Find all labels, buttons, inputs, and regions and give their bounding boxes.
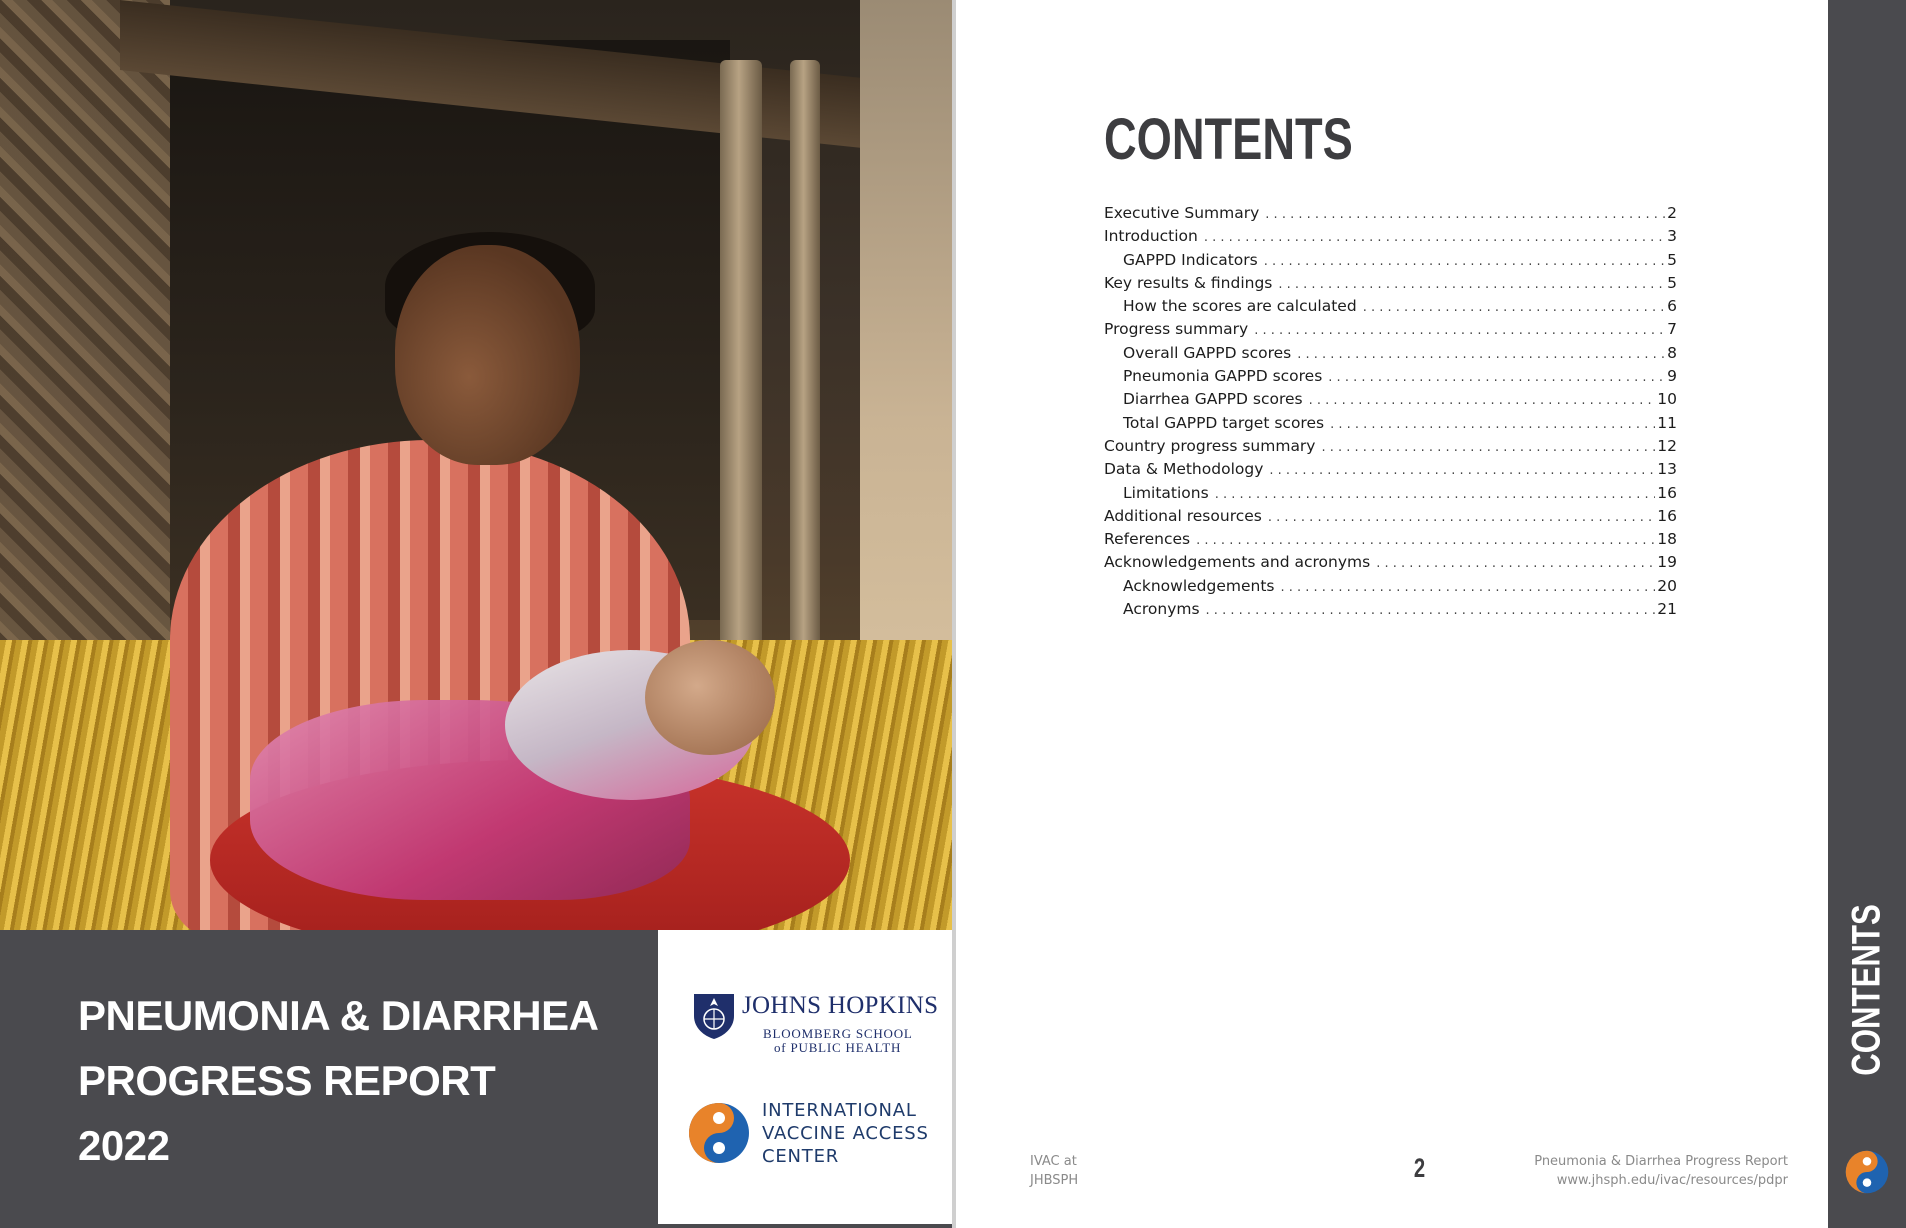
toc-leader-dots bbox=[1196, 533, 1655, 548]
toc-entry[interactable]: Limitations 16 bbox=[1104, 484, 1677, 507]
toc-entry-page: 5 bbox=[1667, 250, 1677, 269]
footer-org-line-1: IVAC at bbox=[1030, 1154, 1077, 1169]
ivac-logo-line-2: VACCINE ACCESS bbox=[762, 1123, 929, 1144]
ivac-logo-line-1: INTERNATIONAL bbox=[762, 1100, 917, 1121]
cover-title-line-2: PROGRESS REPORT bbox=[78, 1057, 496, 1104]
toc-entry-label: Introduction bbox=[1104, 227, 1198, 246]
toc-entry[interactable]: Overall GAPPD scores 8 bbox=[1104, 344, 1677, 367]
toc-leader-dots bbox=[1376, 556, 1655, 571]
footer-org-line-2: JHBSPH bbox=[1030, 1173, 1079, 1188]
toc-leader-dots bbox=[1206, 603, 1656, 618]
toc-leader-dots bbox=[1309, 393, 1656, 408]
toc-entry-page: 18 bbox=[1657, 530, 1677, 549]
toc-entry[interactable]: Acronyms 21 bbox=[1104, 600, 1677, 623]
toc-entry-label: References bbox=[1104, 530, 1191, 549]
toc-entry[interactable]: Diarrhea GAPPD scores 10 bbox=[1104, 390, 1677, 413]
toc-entry-label: Limitations bbox=[1123, 483, 1209, 502]
toc-leader-dots bbox=[1268, 510, 1655, 525]
toc-entry-label: Overall GAPPD scores bbox=[1123, 343, 1292, 362]
toc-entry[interactable]: Country progress summary 12 bbox=[1104, 437, 1677, 460]
toc-entry-label: Acronyms bbox=[1123, 600, 1200, 619]
toc-entry-label: How the scores are calculated bbox=[1123, 297, 1357, 316]
toc-entry[interactable]: Executive Summary 2 bbox=[1104, 204, 1677, 227]
toc-leader-dots bbox=[1363, 300, 1665, 315]
toc-leader-dots bbox=[1254, 323, 1665, 338]
toc-leader-dots bbox=[1265, 207, 1665, 222]
toc-entry-page: 8 bbox=[1667, 343, 1677, 362]
jh-logo-name: JOHNS HOPKINS bbox=[742, 992, 939, 1019]
report-cover: PNEUMONIA & DIARRHEA PROGRESS REPORT 202… bbox=[0, 0, 952, 1228]
toc-leader-dots bbox=[1215, 487, 1656, 502]
footer-report-info: Pneumonia & Diarrhea Progress Report www… bbox=[1534, 1152, 1788, 1190]
cover-photo-mother-and-baby bbox=[0, 0, 952, 930]
toc-entry-label: Country progress summary bbox=[1104, 436, 1316, 455]
toc-entry[interactable]: Total GAPPD target scores 11 bbox=[1104, 414, 1677, 437]
toc-entry-label: Key results & findings bbox=[1104, 273, 1273, 292]
ivac-swirl-icon bbox=[1845, 1150, 1889, 1194]
toc-entry-page: 12 bbox=[1657, 436, 1677, 455]
toc-entry-page: 16 bbox=[1657, 483, 1677, 502]
toc-entry-page: 11 bbox=[1657, 413, 1677, 432]
cover-title-line-1: PNEUMONIA & DIARRHEA bbox=[78, 992, 599, 1039]
toc-entry-label: Additional resources bbox=[1104, 506, 1262, 525]
side-tab-label: CONTENTS bbox=[1844, 904, 1889, 1076]
toc-leader-dots bbox=[1278, 277, 1665, 292]
page-title: CONTENTS bbox=[1104, 107, 1353, 172]
toc-entry-page: 2 bbox=[1667, 204, 1677, 222]
jh-shield-icon bbox=[694, 994, 734, 1039]
ivac-logo-line-3: CENTER bbox=[762, 1146, 840, 1167]
toc-leader-dots bbox=[1204, 230, 1665, 245]
footer-report-url[interactable]: www.jhsph.edu/ivac/resources/pdpr bbox=[1534, 1171, 1788, 1190]
toc-entry-page: 16 bbox=[1657, 506, 1677, 525]
toc-entry[interactable]: Key results & findings 5 bbox=[1104, 274, 1677, 297]
toc-leader-dots bbox=[1264, 254, 1665, 269]
toc-entry-page: 9 bbox=[1667, 367, 1677, 386]
cover-title-year: 2022 bbox=[78, 1122, 170, 1169]
toc-entry-page: 20 bbox=[1657, 576, 1677, 595]
toc-entry-label: Diarrhea GAPPD scores bbox=[1123, 390, 1303, 409]
toc-leader-dots bbox=[1328, 370, 1665, 385]
ivac-swirl-icon bbox=[689, 1103, 749, 1163]
toc-leader-dots bbox=[1269, 463, 1655, 478]
toc-entry-label: Acknowledgements bbox=[1123, 576, 1275, 595]
toc-entry-page: 6 bbox=[1667, 297, 1677, 316]
toc-entry[interactable]: Progress summary 7 bbox=[1104, 320, 1677, 343]
toc-entry-label: Data & Methodology bbox=[1104, 460, 1264, 479]
toc-entry-page: 10 bbox=[1657, 390, 1677, 409]
toc-entry[interactable]: How the scores are calculated 6 bbox=[1104, 297, 1677, 320]
toc-leader-dots bbox=[1330, 417, 1655, 432]
toc-entry[interactable]: Pneumonia GAPPD scores 9 bbox=[1104, 367, 1677, 390]
toc-entry-label: GAPPD Indicators bbox=[1123, 250, 1258, 269]
table-of-contents: Executive Summary 2 Introduction 3 GAPPD Ind… bbox=[1104, 204, 1677, 623]
toc-entry-page: 21 bbox=[1657, 600, 1677, 619]
toc-entry[interactable]: Acknowledgements and acronyms 19 bbox=[1104, 553, 1677, 576]
toc-entry-label: Acknowledgements and acronyms bbox=[1104, 553, 1371, 572]
toc-entry-label: Pneumonia GAPPD scores bbox=[1123, 367, 1323, 386]
toc-entry-page: 13 bbox=[1657, 460, 1677, 479]
toc-entry[interactable]: Introduction 3 bbox=[1104, 227, 1677, 250]
cover-title-panel: PNEUMONIA & DIARRHEA PROGRESS REPORT 202… bbox=[0, 930, 658, 1228]
toc-entry[interactable]: Acknowledgements 20 bbox=[1104, 577, 1677, 600]
footer-page-number: 2 bbox=[1413, 1153, 1426, 1183]
toc-entry-label: Total GAPPD target scores bbox=[1123, 413, 1325, 432]
toc-entry[interactable]: GAPPD Indicators 5 bbox=[1104, 251, 1677, 274]
contents-page: CONTENTS Executive Summary 2 Introduction 3… bbox=[956, 0, 1828, 1228]
toc-entry-label: Progress summary bbox=[1104, 320, 1249, 339]
toc-entry-page: 7 bbox=[1667, 320, 1677, 339]
toc-entry-page: 3 bbox=[1667, 227, 1677, 246]
toc-entry-page: 19 bbox=[1657, 553, 1677, 572]
jh-logo-public-health: of PUBLIC HEALTH bbox=[774, 1040, 902, 1055]
toc-leader-dots bbox=[1321, 440, 1655, 455]
footer-org: IVAC at JHBSPH bbox=[1030, 1152, 1078, 1190]
toc-entry[interactable]: References 18 bbox=[1104, 530, 1677, 553]
toc-entry-page: 5 bbox=[1667, 273, 1677, 292]
toc-leader-dots bbox=[1280, 580, 1655, 595]
footer-report-title: Pneumonia & Diarrhea Progress Report bbox=[1534, 1154, 1788, 1169]
toc-leader-dots bbox=[1297, 347, 1665, 362]
toc-entry[interactable]: Data & Methodology 13 bbox=[1104, 460, 1677, 483]
cover-logo-panel: JOHNS HOPKINS BLOOMBERG SCHOOL of PUBLIC… bbox=[658, 930, 952, 1224]
toc-entry-label: Executive Summary bbox=[1104, 204, 1260, 222]
toc-entry[interactable]: Additional resources 16 bbox=[1104, 507, 1677, 530]
side-section-tab: CONTENTS bbox=[1828, 0, 1906, 1228]
